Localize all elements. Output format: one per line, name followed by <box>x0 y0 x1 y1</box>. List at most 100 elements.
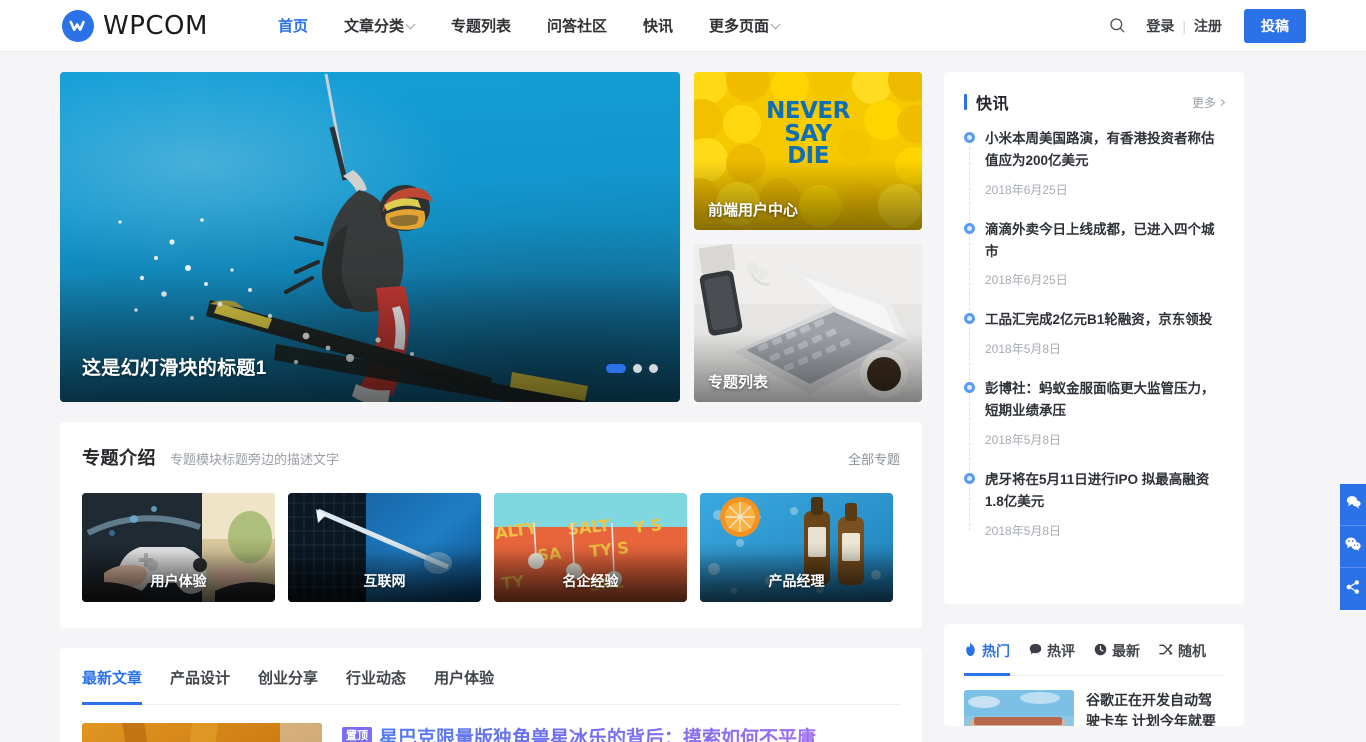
hot-tab-comments[interactable]: 热评 <box>1029 624 1075 675</box>
auth-links: 登录 | 注册 <box>1146 16 1222 36</box>
topics-section: 专题介绍 专题模块标题旁边的描述文字 全部专题 用户体验 互联网 ALTY SA… <box>60 422 922 628</box>
timeline-bullet-icon <box>964 313 975 325</box>
news-more-label: 更多 <box>1191 95 1216 110</box>
timeline-bullet-icon <box>964 132 975 143</box>
topics-header: 专题介绍 专题模块标题旁边的描述文字 全部专题 <box>82 444 900 470</box>
site-header: WPCOM 首页 文章分类 专题列表 问答社区 快讯 更多页面 登录 | 注册 … <box>0 0 1366 52</box>
hot-tab-label: 最新 <box>1112 643 1140 659</box>
slider-dot-2[interactable] <box>633 364 642 373</box>
hot-tab-label: 热门 <box>982 643 1010 659</box>
nav-label: 首页 <box>277 18 308 35</box>
main-column: 这是幻灯滑块的标题1 NEVER SAY DIE 前端用户中心 专题列表 专题介… <box>60 72 922 742</box>
nav-item-categories[interactable]: 文章分类 <box>326 0 433 52</box>
chat-bubbles-icon <box>1346 495 1361 514</box>
hot-widget-tabs: 热门 热评 最新 随机 <box>964 624 1224 676</box>
news-item[interactable]: 彭博社：蚂蚁金服面临更大监管压力，短期业绩承压 2018年5月8日 <box>964 378 1224 448</box>
slider-dot-3[interactable] <box>649 364 658 373</box>
register-link[interactable]: 注册 <box>1194 16 1222 36</box>
hot-item-title[interactable]: 谷歌正在开发自动驾驶卡车 计划今年就要上路测试 <box>1086 690 1224 726</box>
news-widget-header: 快讯 更多 <box>964 90 1226 114</box>
slider-gradient-overlay <box>60 272 680 402</box>
auth-separator: | <box>1182 17 1186 34</box>
hero-card-overlay-text: NEVER SAY DIE <box>766 98 850 170</box>
tab-industry-news[interactable]: 行业动态 <box>346 648 406 704</box>
news-item-title: 工品汇完成2亿元B1轮融资，京东领投 <box>985 312 1213 328</box>
hero-card-topic-list[interactable]: 专题列表 <box>694 244 922 402</box>
topic-name: 用户体验 <box>150 573 207 589</box>
tab-product-design[interactable]: 产品设计 <box>170 648 230 704</box>
comment-icon <box>1029 643 1042 659</box>
hot-tab-label: 热评 <box>1047 643 1075 659</box>
news-widget-title: 快讯 <box>976 96 1010 113</box>
hero-card-front-user-center[interactable]: NEVER SAY DIE 前端用户中心 <box>694 72 922 230</box>
floating-action-bar <box>1340 484 1366 610</box>
news-item[interactable]: 小米本周美国路演，有香港投资者称估值应为200亿美元 2018年6月25日 <box>964 128 1224 198</box>
hero-slider[interactable]: 这是幻灯滑块的标题1 <box>60 72 680 402</box>
share-icon <box>1346 579 1360 599</box>
post-body: 置顶 星巴克限量版独角兽星冰乐的背后：摸索如何不平庸 <box>342 723 816 742</box>
news-item[interactable]: 工品汇完成2亿元B1轮融资，京东领投 2018年5月8日 <box>964 309 1224 357</box>
topic-name: 名企经验 <box>562 573 619 589</box>
news-item-title: 滴滴外卖今日上线成都，已进入四个城市 <box>985 221 1215 259</box>
search-icon[interactable] <box>1100 9 1134 43</box>
page-container: 这是幻灯滑块的标题1 NEVER SAY DIE 前端用户中心 专题列表 专题介… <box>60 52 1306 742</box>
nav-item-more-pages[interactable]: 更多页面 <box>691 0 798 52</box>
post-title-text: 星巴克限量版独角兽星冰乐的背后：摸索如何不平庸 <box>379 728 817 742</box>
sticky-badge: 置顶 <box>342 727 372 742</box>
hot-tab-random[interactable]: 随机 <box>1159 624 1206 675</box>
logo-text: WPCOM <box>103 10 208 41</box>
chat-bubbles-button[interactable] <box>1340 484 1366 526</box>
tab-label: 创业分享 <box>258 670 319 687</box>
nav-item-qa-community[interactable]: 问答社区 <box>529 0 625 52</box>
topic-name: 产品经理 <box>768 573 825 589</box>
nav-label: 问答社区 <box>547 18 608 35</box>
login-link[interactable]: 登录 <box>1146 16 1174 36</box>
submit-post-button[interactable]: 投稿 <box>1244 8 1306 43</box>
slider-pagination <box>606 364 658 373</box>
wpcom-logo-icon <box>62 9 94 42</box>
topics-more-link[interactable]: 全部专题 <box>848 449 900 468</box>
tab-latest-articles[interactable]: 最新文章 <box>82 648 143 705</box>
hero-side-cards: NEVER SAY DIE 前端用户中心 专题列表 <box>694 72 922 402</box>
news-more-link[interactable]: 更多 <box>1191 94 1226 111</box>
nav-label: 快讯 <box>643 18 674 35</box>
nav-label: 专题列表 <box>450 18 511 35</box>
news-item-date: 2018年6月25日 <box>985 273 1068 288</box>
hot-tab-label: 随机 <box>1178 643 1206 659</box>
chevron-down-icon <box>772 21 780 29</box>
site-logo[interactable]: WPCOM <box>62 9 208 42</box>
slider-dot-1[interactable] <box>606 364 626 373</box>
topic-card[interactable]: ALTY SALT Y S SA TY S TY SAL <box>494 493 687 602</box>
posts-tabs: 最新文章 产品设计 创业分享 行业动态 用户体验 <box>82 648 900 705</box>
news-timeline: 小米本周美国路演，有香港投资者称估值应为200亿美元 2018年6月25日 滴滴… <box>964 128 1224 539</box>
nav-item-home[interactable]: 首页 <box>260 0 326 52</box>
chevron-down-icon <box>407 21 415 29</box>
topic-card[interactable]: 产品经理 <box>700 493 893 602</box>
tab-user-experience[interactable]: 用户体验 <box>434 648 494 704</box>
news-item[interactable]: 滴滴外卖今日上线成都，已进入四个城市 2018年6月25日 <box>964 219 1224 289</box>
topic-card[interactable]: 用户体验 <box>82 493 275 602</box>
tab-startup-sharing[interactable]: 创业分享 <box>258 648 318 704</box>
news-item-date: 2018年5月8日 <box>985 342 1062 357</box>
share-button[interactable] <box>1340 568 1366 610</box>
nav-item-topic-list[interactable]: 专题列表 <box>433 0 529 52</box>
flame-icon <box>964 642 977 660</box>
news-item-date: 2018年5月8日 <box>985 523 1062 538</box>
post-title[interactable]: 置顶 星巴克限量版独角兽星冰乐的背后：摸索如何不平庸 <box>342 725 816 742</box>
wechat-button[interactable] <box>1340 526 1366 568</box>
topics-title: 专题介绍 <box>82 448 156 468</box>
news-item-title: 小米本周美国路演，有香港投资者称估值应为200亿美元 <box>985 131 1215 168</box>
svg-text:Y S: Y S <box>631 515 663 537</box>
hot-tab-popular[interactable]: 热门 <box>964 624 1010 676</box>
wechat-icon <box>1345 537 1361 556</box>
hot-list-item[interactable]: 谷歌正在开发自动驾驶卡车 计划今年就要上路测试 <box>964 676 1224 726</box>
timeline-bullet-icon <box>964 382 975 394</box>
topic-card[interactable]: 互联网 <box>288 493 481 602</box>
hot-tab-latest[interactable]: 最新 <box>1094 624 1140 675</box>
post-list-item[interactable]: 置顶推荐 置顶星巴克限量版独角兽星冰乐的背后：摸索如何不平庸 <box>82 705 900 742</box>
hero-section: 这是幻灯滑块的标题1 NEVER SAY DIE 前端用户中心 专题列表 <box>60 72 922 402</box>
sidebar: 快讯 更多 小米本周美国路演，有香港投资者称估值应为200亿美元 2018年6月… <box>944 72 1244 726</box>
news-item[interactable]: 虎牙将在5月11日进行IPO 拟最高融资1.8亿美元 2018年5月8日 <box>964 469 1224 539</box>
nav-item-news[interactable]: 快讯 <box>625 0 691 52</box>
chevron-right-icon <box>1217 98 1226 106</box>
